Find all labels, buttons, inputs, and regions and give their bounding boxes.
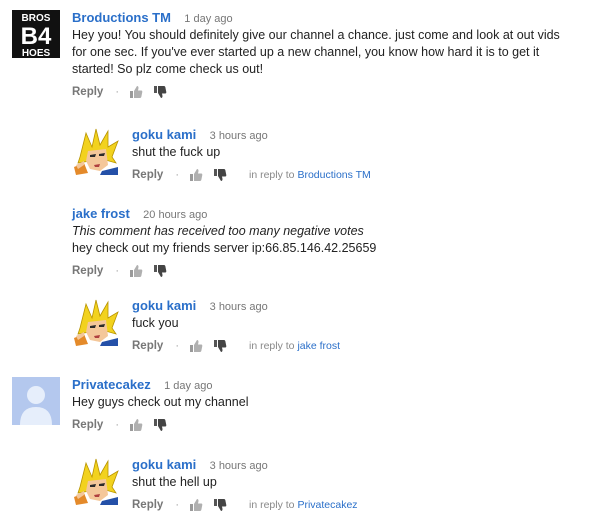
timestamp: 3 hours ago <box>210 130 268 142</box>
author-link[interactable]: Privatecakez <box>72 377 151 392</box>
avatar[interactable] <box>72 127 120 175</box>
comment-actions: Reply · in reply to Privatecakez <box>132 497 582 513</box>
avatar[interactable] <box>12 377 60 425</box>
comment-body: goku kami 3 hours ago fuck you Reply · i… <box>132 298 582 354</box>
separator: · <box>115 417 119 433</box>
comment-line: hey check out my friends server ip:66.85… <box>72 240 592 257</box>
timestamp: 3 hours ago <box>210 460 268 472</box>
avatar[interactable]: BROS B4 HOES <box>12 10 60 58</box>
thumbs-down-icon[interactable] <box>153 264 167 278</box>
svg-text:HOES: HOES <box>22 48 51 58</box>
thumbs-down-icon[interactable] <box>213 168 227 182</box>
in-reply-prefix: in reply to <box>249 499 295 511</box>
reply-button[interactable]: Reply <box>132 497 163 513</box>
comment-line: fuck you <box>132 315 582 332</box>
reply-comment: goku kami 3 hours ago shut the fuck up R… <box>72 127 592 187</box>
reply-comment: goku kami 3 hours ago fuck you Reply · i… <box>72 298 592 358</box>
author-link[interactable]: goku kami <box>132 457 196 472</box>
comment-line: started! So plz come check us out! <box>72 61 592 78</box>
reply-button[interactable]: Reply <box>72 417 103 433</box>
reply-comment: goku kami 3 hours ago shut the hell up R… <box>72 457 592 517</box>
comment-actions: Reply · <box>72 263 592 279</box>
comment-line: Hey you! You should definitely give our … <box>72 27 592 44</box>
comment-line: shut the hell up <box>132 474 582 491</box>
thumbs-down-icon[interactable] <box>213 498 227 512</box>
timestamp: 20 hours ago <box>143 209 207 221</box>
timestamp: 1 day ago <box>164 380 212 392</box>
separator: · <box>115 263 119 279</box>
comment-text: Hey you! You should definitely give our … <box>72 27 592 78</box>
comment: BROS B4 HOES Broductions TM 1 day ago He… <box>12 10 592 102</box>
author-link[interactable]: Broductions TM <box>72 10 171 25</box>
bros-b4-hoes-logo: BROS B4 HOES <box>12 10 60 58</box>
comment-body: jake frost 20 hours ago This comment has… <box>72 206 592 279</box>
comment-actions: Reply · in reply to Broductions TM <box>132 167 582 183</box>
thumbs-up-icon[interactable] <box>189 498 203 512</box>
reply-button[interactable]: Reply <box>132 167 163 183</box>
timestamp: 1 day ago <box>184 13 232 25</box>
comment-actions: Reply · <box>72 84 592 100</box>
negative-votes-notice: This comment has received too many negat… <box>72 223 592 240</box>
reply-button[interactable]: Reply <box>72 84 103 100</box>
comment-text: This comment has received too many negat… <box>72 223 592 257</box>
thumbs-down-icon[interactable] <box>153 418 167 432</box>
thumbs-up-icon[interactable] <box>129 85 143 99</box>
goku-avatar-image <box>72 457 120 505</box>
reply-button[interactable]: Reply <box>132 338 163 354</box>
separator: · <box>175 338 179 354</box>
author-link[interactable]: jake frost <box>72 206 130 221</box>
comment-body: goku kami 3 hours ago shut the fuck up R… <box>132 127 582 183</box>
comment-text: shut the hell up <box>132 474 582 491</box>
timestamp: 3 hours ago <box>210 301 268 313</box>
in-reply-to-link[interactable]: jake frost <box>297 340 340 352</box>
separator: · <box>115 84 119 100</box>
avatar[interactable] <box>72 298 120 346</box>
comment-line: Hey guys check out my channel <box>72 394 592 411</box>
in-reply-to-link[interactable]: Broductions TM <box>297 169 370 181</box>
separator: · <box>175 497 179 513</box>
in-reply-prefix: in reply to <box>249 169 295 181</box>
in-reply-to: in reply to Privatecakez <box>249 497 358 513</box>
comment-text: fuck you <box>132 315 582 332</box>
thumbs-down-icon[interactable] <box>153 85 167 99</box>
comment-actions: Reply · in reply to jake frost <box>132 338 582 354</box>
default-user-icon <box>12 377 60 425</box>
comment: jake frost 20 hours ago This comment has… <box>12 206 592 274</box>
author-link[interactable]: goku kami <box>132 298 196 313</box>
comment-actions: Reply · <box>72 417 592 433</box>
comment-body: Privatecakez 1 day ago Hey guys check ou… <box>72 377 592 433</box>
thumbs-up-icon[interactable] <box>189 339 203 353</box>
svg-text:B4: B4 <box>21 23 52 50</box>
avatar[interactable] <box>72 457 120 505</box>
thumbs-up-icon[interactable] <box>129 418 143 432</box>
separator: · <box>175 167 179 183</box>
reply-button[interactable]: Reply <box>72 263 103 279</box>
comment-body: Broductions TM 1 day ago Hey you! You sh… <box>72 10 592 100</box>
goku-avatar-image <box>72 298 120 346</box>
comment: Privatecakez 1 day ago Hey guys check ou… <box>12 377 592 437</box>
comment-body: goku kami 3 hours ago shut the hell up R… <box>132 457 582 513</box>
in-reply-to-link[interactable]: Privatecakez <box>297 499 357 511</box>
thumbs-down-icon[interactable] <box>213 339 227 353</box>
author-link[interactable]: goku kami <box>132 127 196 142</box>
comment-line: for one sec. If you've ever started up a… <box>72 44 592 61</box>
comment-text: shut the fuck up <box>132 144 582 161</box>
thumbs-up-icon[interactable] <box>129 264 143 278</box>
in-reply-prefix: in reply to <box>249 340 295 352</box>
in-reply-to: in reply to jake frost <box>249 338 340 354</box>
comment-text: Hey guys check out my channel <box>72 394 592 411</box>
comment-line: shut the fuck up <box>132 144 582 161</box>
goku-avatar-image <box>72 127 120 175</box>
thumbs-up-icon[interactable] <box>189 168 203 182</box>
in-reply-to: in reply to Broductions TM <box>249 167 371 183</box>
